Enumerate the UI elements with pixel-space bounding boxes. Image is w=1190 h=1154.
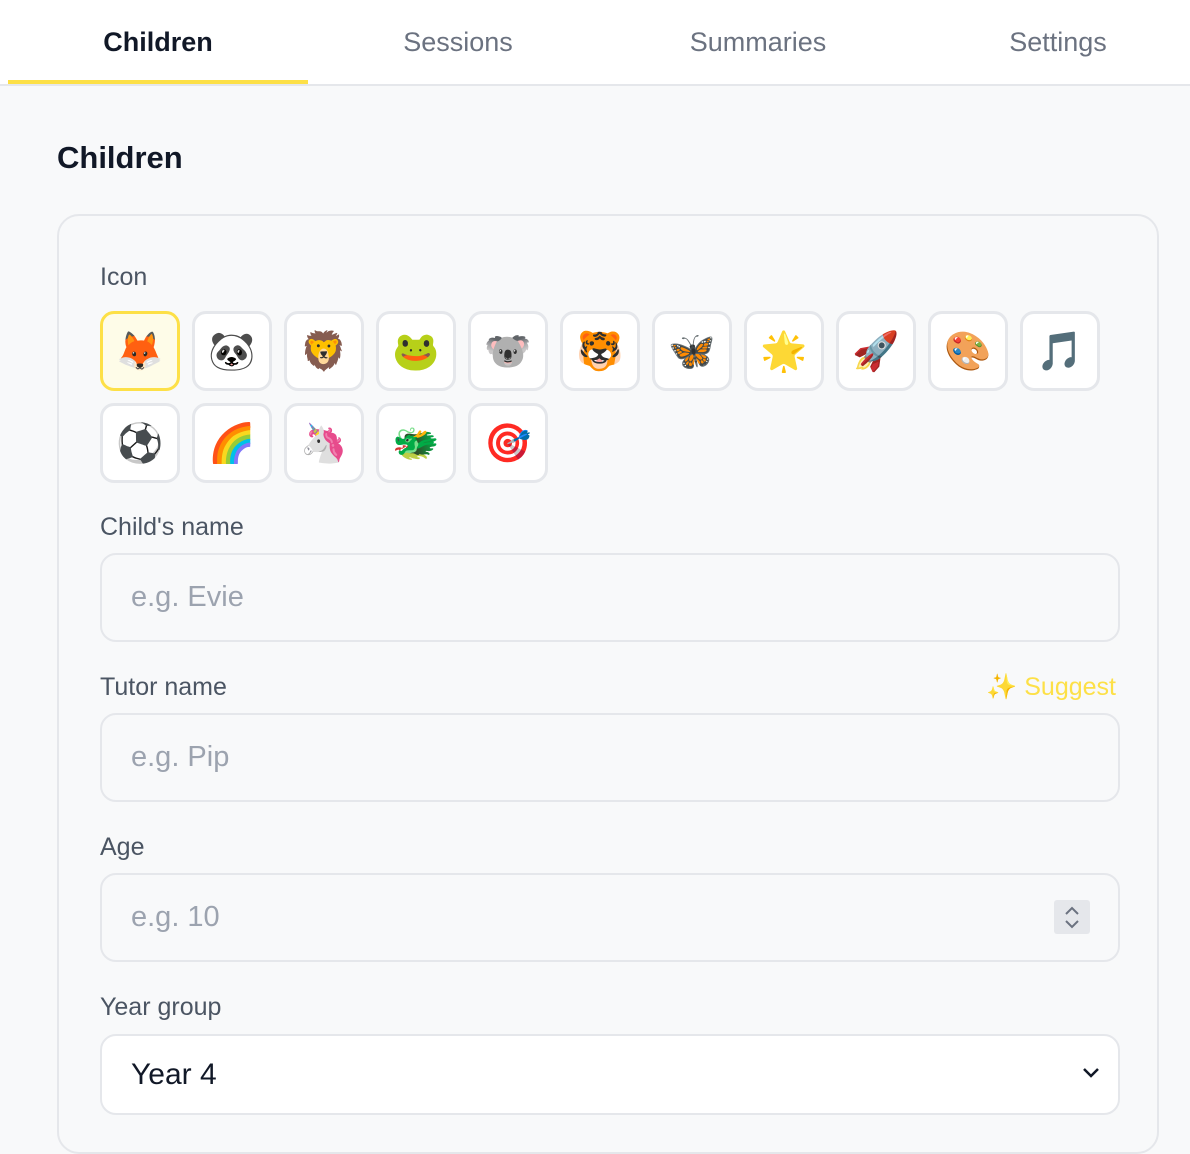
- chevron-down-icon: [1083, 1068, 1099, 1078]
- child-form-card: Icon 🦊 🐼 🦁 🐸 🐨 🐯 🦋 🌟 🚀 🎨 🎵 ⚽ 🌈 🦄 🐲 🎯 Child's name Tutor…: [57, 214, 1159, 1154]
- frog-icon: 🐸: [392, 329, 440, 373]
- palette-icon: 🎨: [944, 329, 992, 373]
- target-icon: 🎯: [484, 421, 532, 465]
- suggest-button[interactable]: ✨ Suggest: [986, 673, 1116, 702]
- age-stepper[interactable]: [1054, 900, 1090, 934]
- fox-icon: 🦊: [116, 329, 164, 373]
- age-label: Age: [100, 833, 145, 861]
- year-group-label: Year group: [100, 993, 222, 1021]
- page-title: Children: [57, 140, 183, 175]
- tab-bar: Children Sessions Summaries Settings: [0, 0, 1190, 86]
- rocket-icon: 🚀: [852, 329, 900, 373]
- tab-sessions[interactable]: Sessions: [308, 0, 608, 84]
- tab-children[interactable]: Children: [8, 0, 308, 84]
- butterfly-icon: 🦋: [668, 329, 716, 373]
- music-note-icon: 🎵: [1036, 329, 1084, 373]
- dragon-icon: 🐲: [392, 421, 440, 465]
- icon-option-koala[interactable]: 🐨: [468, 311, 548, 391]
- tutor-name-input[interactable]: [100, 713, 1120, 802]
- icon-label: Icon: [100, 263, 148, 291]
- chevron-down-icon: [1065, 919, 1079, 928]
- icon-option-fox[interactable]: 🦊: [100, 311, 180, 391]
- tutor-name-label: Tutor name: [100, 673, 227, 701]
- child-name-input[interactable]: [100, 553, 1120, 642]
- age-field-wrap: [59, 873, 1159, 962]
- child-name-label: Child's name: [100, 513, 244, 541]
- icon-option-tiger[interactable]: 🐯: [560, 311, 640, 391]
- icon-option-rocket[interactable]: 🚀: [836, 311, 916, 391]
- icon-option-unicorn[interactable]: 🦄: [284, 403, 364, 483]
- unicorn-icon: 🦄: [300, 421, 348, 465]
- lion-icon: 🦁: [300, 329, 348, 373]
- soccer-ball-icon: ⚽: [116, 421, 164, 465]
- tab-summaries[interactable]: Summaries: [608, 0, 908, 84]
- age-input[interactable]: [100, 873, 1120, 962]
- icon-option-butterfly[interactable]: 🦋: [652, 311, 732, 391]
- tab-settings[interactable]: Settings: [908, 0, 1190, 84]
- rainbow-icon: 🌈: [208, 421, 256, 465]
- year-group-value: Year 4: [131, 1057, 217, 1091]
- year-group-select[interactable]: Year 4: [100, 1034, 1120, 1115]
- icon-option-target[interactable]: 🎯: [468, 403, 548, 483]
- icon-option-soccer-ball[interactable]: ⚽: [100, 403, 180, 483]
- star-icon: 🌟: [760, 329, 808, 373]
- icon-option-frog[interactable]: 🐸: [376, 311, 456, 391]
- icon-option-lion[interactable]: 🦁: [284, 311, 364, 391]
- chevron-up-icon: [1065, 906, 1079, 915]
- icon-option-rainbow[interactable]: 🌈: [192, 403, 272, 483]
- tiger-icon: 🐯: [576, 329, 624, 373]
- panda-icon: 🐼: [208, 329, 256, 373]
- icon-option-star[interactable]: 🌟: [744, 311, 824, 391]
- icon-option-panda[interactable]: 🐼: [192, 311, 272, 391]
- icon-option-music-note[interactable]: 🎵: [1020, 311, 1100, 391]
- koala-icon: 🐨: [484, 329, 532, 373]
- icon-option-dragon[interactable]: 🐲: [376, 403, 456, 483]
- icon-option-palette[interactable]: 🎨: [928, 311, 1008, 391]
